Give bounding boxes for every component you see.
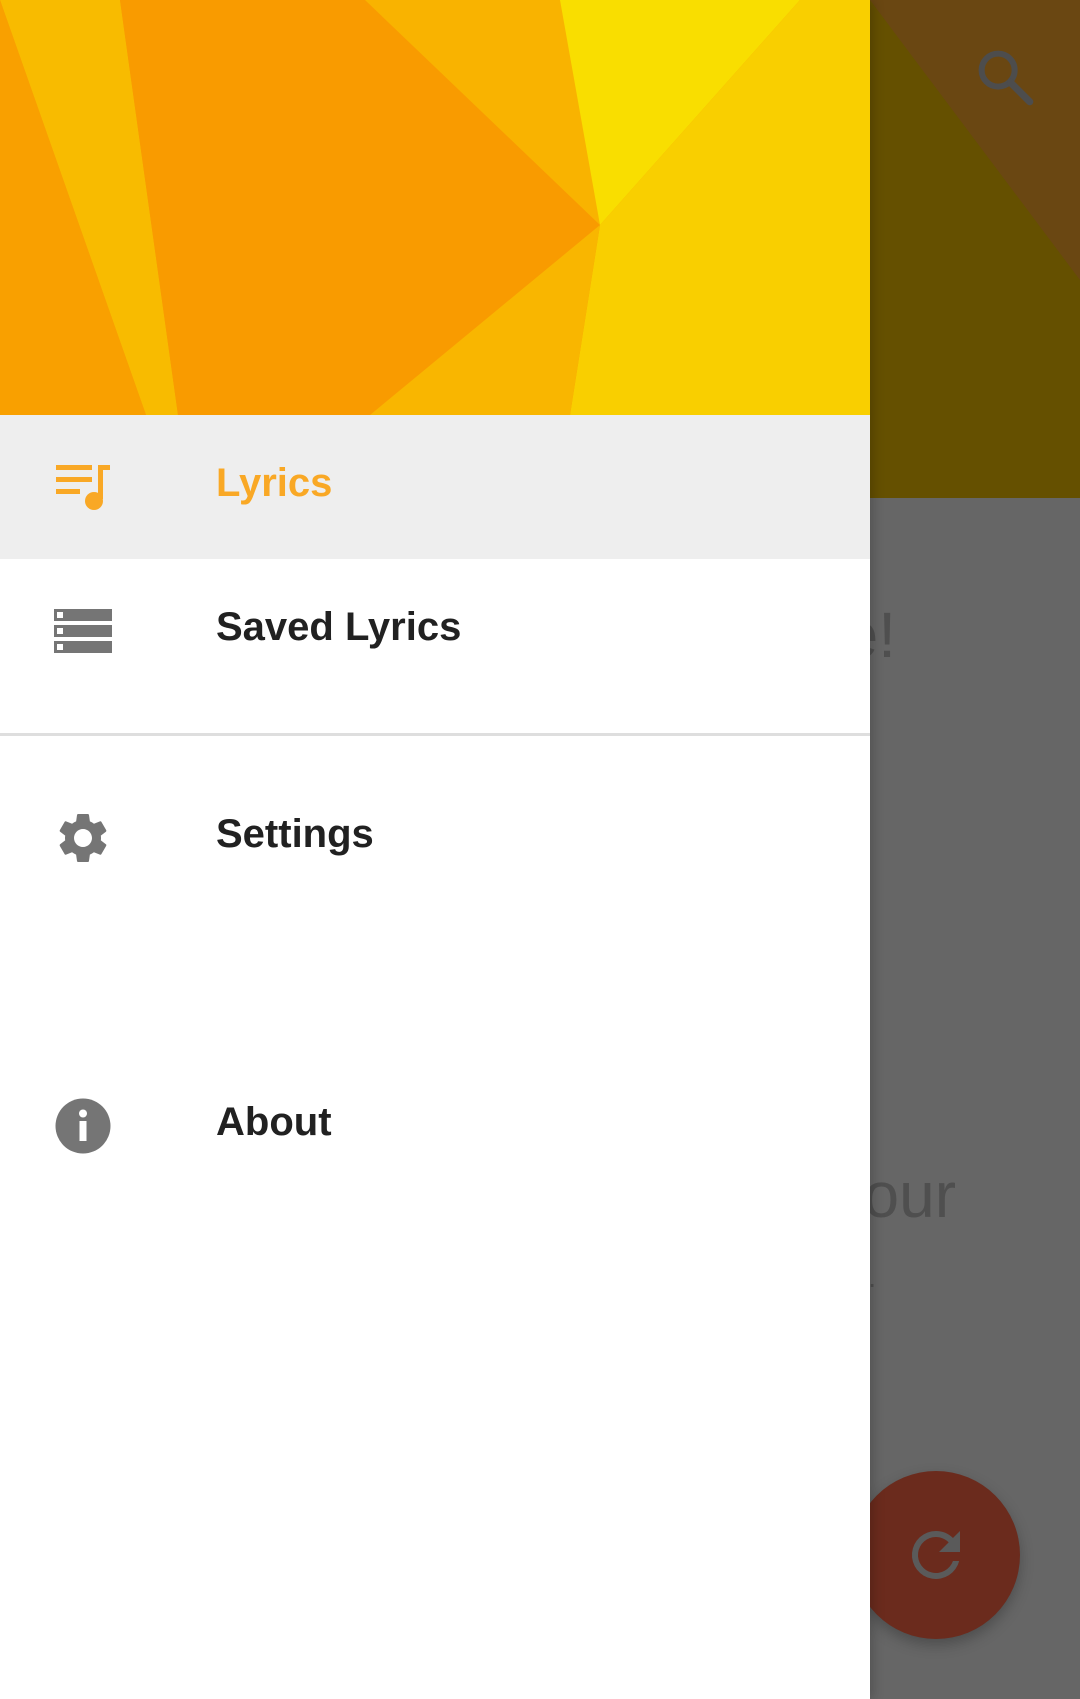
- drawer-header-image: [0, 0, 870, 415]
- nav-item-lyrics[interactable]: Lyrics: [0, 415, 870, 559]
- nav-item-label: Lyrics: [216, 461, 333, 505]
- gear-icon: [59, 814, 107, 862]
- background-body-text: our: [863, 1159, 957, 1231]
- nav-item-label: About: [216, 1100, 332, 1144]
- refresh-fab-button[interactable]: [852, 1471, 1020, 1639]
- nav-item-saved-lyrics[interactable]: Saved Lyrics: [0, 559, 870, 703]
- search-button[interactable]: [972, 44, 1038, 110]
- drawer-divider: [0, 733, 870, 736]
- nav-item-about[interactable]: About: [0, 1054, 870, 1198]
- view-list-icon: [54, 609, 112, 653]
- material-background-art: [0, 0, 870, 415]
- navigation-drawer: Lyrics Saved Lyrics Settings About: [0, 0, 870, 1699]
- refresh-icon: [911, 1531, 960, 1579]
- nav-item-label: Saved Lyrics: [216, 605, 462, 649]
- nav-item-settings[interactable]: Settings: [0, 766, 870, 910]
- search-icon: [978, 50, 1034, 106]
- info-icon: [55, 1098, 111, 1154]
- queue-music-icon: [56, 465, 110, 510]
- nav-item-label: Settings: [216, 812, 374, 856]
